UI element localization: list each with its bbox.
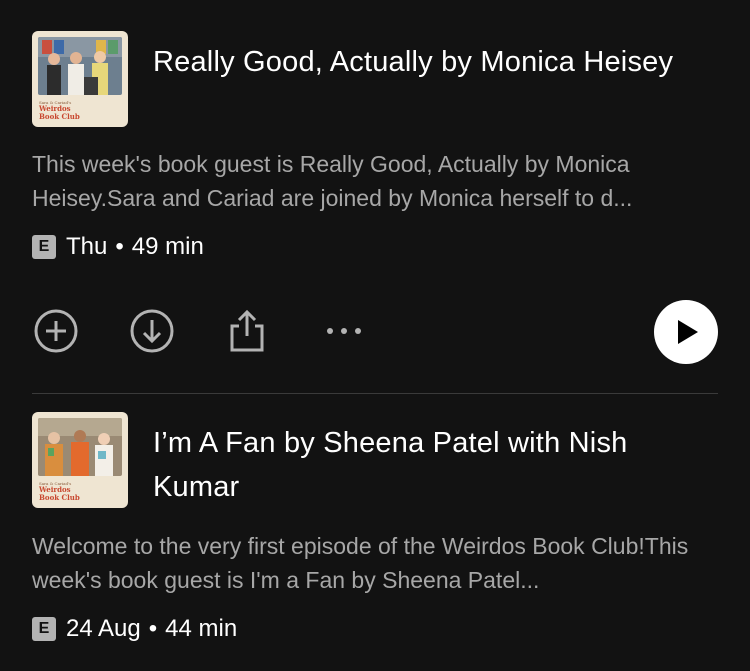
explicit-badge: E [32,617,56,641]
episode-header: Sara & Cariad's Weirdos Book Club I’m A … [32,412,718,509]
episode-description: This week's book guest is Really Good, A… [32,151,633,211]
episode-row[interactable]: Sara & Cariad's Weirdos Book Club I’m A … [32,412,718,643]
download-circle-icon [130,309,174,353]
episode-meta: E 24 Aug • 44 min [32,615,718,643]
plus-circle-icon [34,309,78,353]
play-button[interactable] [654,300,718,364]
add-to-library-button[interactable] [33,308,79,354]
more-options-button[interactable] [321,308,367,354]
episode-description: Welcome to the very first episode of the… [32,533,689,593]
download-button[interactable] [129,308,175,354]
episode-header: Sara & Cariad's Weirdos Book Club Really… [32,31,718,127]
explicit-badge: E [32,235,56,259]
episode-duration: 44 min [165,615,238,642]
episode-title[interactable]: Really Good, Actually by Monica Heisey [153,40,673,84]
episode-date: Thu [66,233,108,260]
episode-actions [32,300,718,364]
episode-artwork: Sara & Cariad's Weirdos Book Club [32,31,128,127]
episode-title[interactable]: I’m A Fan by Sheena Patel with Nish Kuma… [153,421,718,509]
more-dots-icon [327,328,361,334]
share-icon [230,309,264,352]
artwork-brand: Sara & Cariad's Weirdos Book Club [39,481,80,502]
share-button[interactable] [224,308,270,354]
play-icon [678,320,698,344]
artwork-photo [38,418,122,476]
episode-duration: 49 min [131,233,204,260]
episode-divider [32,393,718,394]
artwork-brand: Sara & Cariad's Weirdos Book Club [39,100,80,121]
meta-separator: • [115,233,124,260]
artwork-photo [38,37,122,95]
episode-row[interactable]: Sara & Cariad's Weirdos Book Club Really… [32,31,718,261]
episode-artwork: Sara & Cariad's Weirdos Book Club [32,412,128,508]
meta-separator: • [148,615,158,642]
episode-meta: E Thu • 49 min [32,233,718,261]
episode-date: 24 Aug [66,615,141,642]
